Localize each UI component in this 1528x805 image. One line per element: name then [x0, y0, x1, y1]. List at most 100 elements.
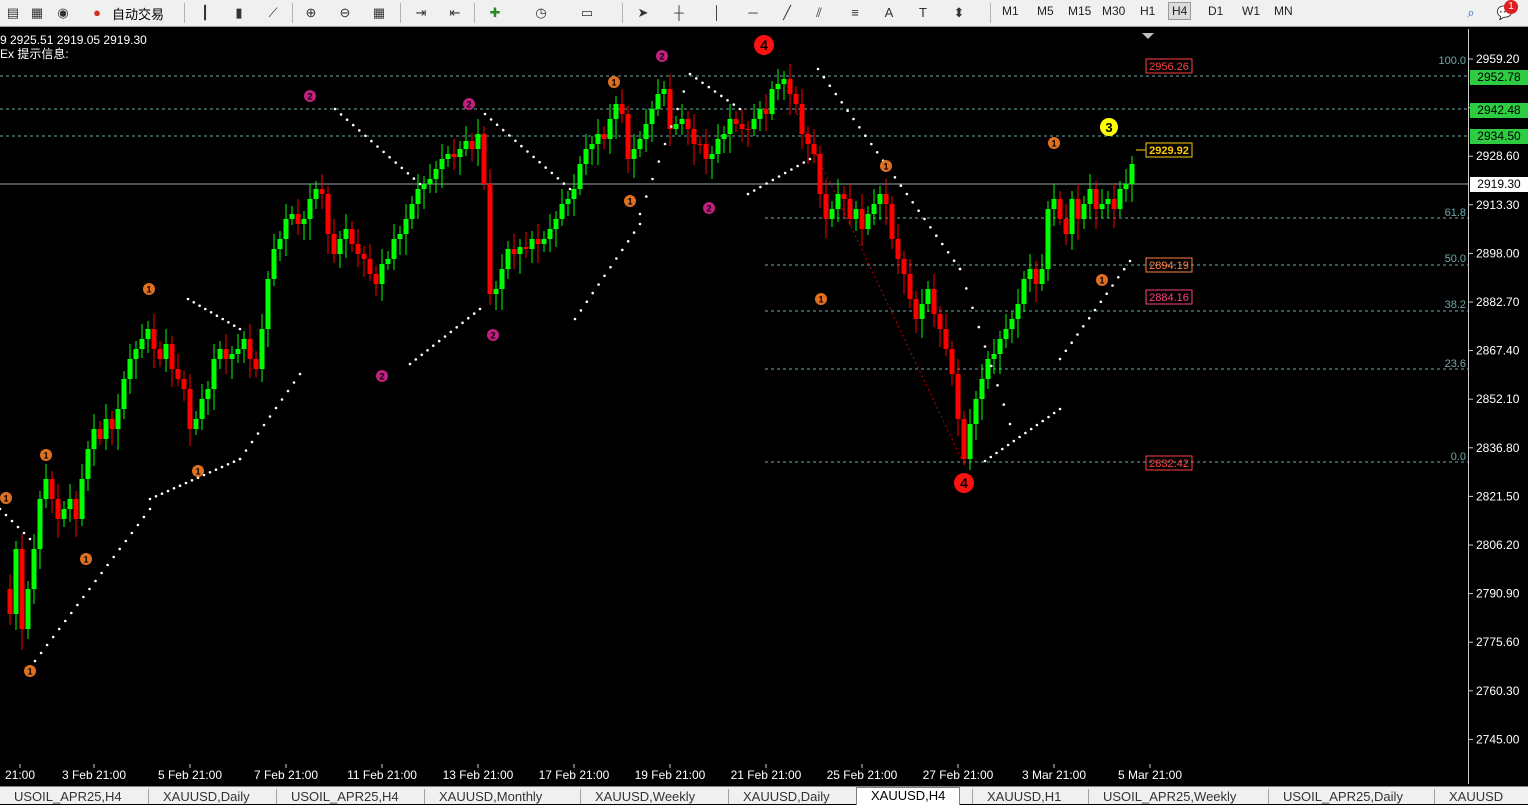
horizontal-line-icon[interactable]: ─: [742, 2, 764, 23]
candle: [265, 271, 271, 347]
timeframe-m1[interactable]: M1: [1002, 4, 1019, 18]
candle: [493, 281, 499, 310]
tab-xauusd-more[interactable]: XAUUSD: [1434, 789, 1517, 804]
tab-xauusd-h1[interactable]: XAUUSD,H1: [972, 789, 1075, 804]
wave-marker-1: 1: [608, 76, 620, 88]
cursor-icon[interactable]: ➤: [632, 2, 654, 23]
text-icon[interactable]: A: [878, 2, 900, 23]
price-axis[interactable]: 2959.202944.002928.602913.302898.002882.…: [1468, 29, 1528, 784]
sar-dot: [983, 459, 987, 463]
sar-dot: [358, 129, 361, 132]
sar-dot: [136, 523, 140, 527]
sar-dot: [220, 465, 224, 469]
sar-dot: [166, 489, 170, 493]
timeframe-h1[interactable]: H1: [1140, 4, 1155, 18]
candle: [289, 206, 295, 225]
auto-trade-button[interactable]: 自动交易: [112, 4, 164, 23]
indicators-icon[interactable]: ✚: [484, 2, 506, 23]
sar-dot: [1093, 308, 1097, 312]
sar-dot: [532, 155, 535, 159]
vertical-line-icon[interactable]: │: [706, 2, 728, 23]
tab-usoil-weekly[interactable]: USOIL_APR25,Weekly: [1088, 789, 1250, 804]
expert-info: Ex 提示信息:: [0, 47, 69, 61]
time-axis: 21:00 3 Feb 21:00 5 Feb 21:00 7 Feb 21:00 11…: [0, 764, 1468, 784]
sar-dot: [204, 307, 207, 311]
tab-xauusd-daily-2[interactable]: XAUUSD,Daily: [728, 789, 844, 804]
sar-dot: [520, 144, 523, 148]
price-label-2942: 2942.48: [1470, 103, 1528, 118]
text-label-icon[interactable]: T: [912, 2, 934, 23]
candle: [229, 346, 235, 379]
navigator-icon[interactable]: ◉: [52, 2, 74, 23]
arrows-icon[interactable]: ⬍: [948, 2, 970, 23]
svg-text:1: 1: [627, 197, 632, 207]
time-tick-label: 11 Feb 21:00: [347, 768, 417, 782]
auto-trade-icon[interactable]: ●: [86, 2, 108, 23]
sar-dot: [286, 389, 290, 393]
sar-dot: [911, 201, 914, 204]
zoom-in-icon[interactable]: ⊕: [300, 2, 322, 23]
sar-dot: [752, 189, 756, 192]
candle: [619, 89, 625, 123]
tab-xauusd-monthly[interactable]: XAUUSD,Monthly: [424, 789, 556, 804]
timeframe-d1[interactable]: D1: [1208, 4, 1223, 18]
tab-xauusd-h4[interactable]: XAUUSD,H4: [856, 787, 961, 805]
sar-dot: [33, 659, 37, 663]
timeframe-mn[interactable]: MN: [1274, 4, 1293, 18]
sar-dot: [946, 251, 950, 254]
wave-marker-1: 1: [815, 293, 827, 305]
zoom-out-icon[interactable]: ⊖: [334, 2, 356, 23]
tab-usoil-daily[interactable]: USOIL_APR25,Daily: [1268, 789, 1417, 804]
equidistant-channel-icon[interactable]: ⫽: [808, 2, 830, 23]
bar-chart-icon[interactable]: ┃: [194, 2, 216, 23]
sar-dot: [638, 212, 642, 216]
auto-scroll-icon[interactable]: ⇥: [410, 2, 432, 23]
sar-dot: [893, 176, 897, 179]
periods-icon[interactable]: ◷: [530, 2, 552, 23]
market-watch-icon[interactable]: ▦: [26, 2, 48, 23]
new-chart-icon[interactable]: ▤: [2, 2, 24, 23]
sar-dot: [1047, 415, 1050, 419]
candle: [439, 144, 445, 188]
candle: [547, 214, 553, 252]
chart-area[interactable]: 100.0 61.8 50.0 38.2 23.6 0.0 2956.26 29…: [0, 29, 1468, 784]
wave-marker-1: 1: [1048, 137, 1060, 149]
search-icon[interactable]: ⌕: [1460, 2, 1482, 23]
tab-usoil-h4[interactable]: USOIL_APR25,H4: [0, 789, 136, 804]
candlestick-icon[interactable]: ▮: [228, 2, 250, 23]
crosshair-icon[interactable]: ┼: [668, 2, 690, 23]
fibonacci-icon[interactable]: ≡: [844, 2, 866, 23]
tab-usoil-h4-2[interactable]: USOIL_APR25,H4: [276, 789, 413, 804]
sar-dot: [783, 171, 787, 175]
chart-shift-icon[interactable]: ⇤: [444, 2, 466, 23]
templates-icon[interactable]: ▭: [576, 2, 598, 23]
candle: [901, 251, 907, 294]
sar-dot: [609, 265, 612, 269]
sar-dot: [88, 587, 91, 591]
sar-dot: [408, 362, 412, 366]
sar-dot: [526, 150, 529, 153]
candle: [661, 81, 667, 106]
tab-xauusd-weekly[interactable]: XAUUSD,Weekly: [580, 789, 709, 804]
sar-dot: [130, 531, 134, 535]
tile-windows-icon[interactable]: ▦: [368, 2, 390, 23]
candle: [667, 74, 673, 146]
candle: [865, 206, 871, 235]
sar-dot: [256, 432, 260, 435]
trendline-icon[interactable]: ╱: [776, 2, 798, 23]
sar-dot: [1012, 439, 1016, 443]
candle: [61, 501, 67, 527]
sar-dot: [160, 492, 164, 496]
timeframe-w1[interactable]: W1: [1242, 4, 1260, 18]
tab-xauusd-daily[interactable]: XAUUSD,Daily: [148, 789, 264, 804]
line-chart-icon[interactable]: ⟋: [262, 2, 284, 23]
chart-canvas[interactable]: 100.0 61.8 50.0 38.2 23.6 0.0 2956.26 29…: [0, 29, 1468, 784]
candle: [835, 179, 841, 222]
timeframe-m5[interactable]: M5: [1037, 4, 1054, 18]
timeframe-m15[interactable]: M15: [1068, 4, 1091, 18]
timeframe-h4[interactable]: H4: [1168, 2, 1192, 20]
candle: [499, 254, 505, 310]
timeframe-m30[interactable]: M30: [1102, 4, 1125, 18]
sar-dot: [996, 384, 999, 387]
sar-dot: [759, 185, 762, 189]
